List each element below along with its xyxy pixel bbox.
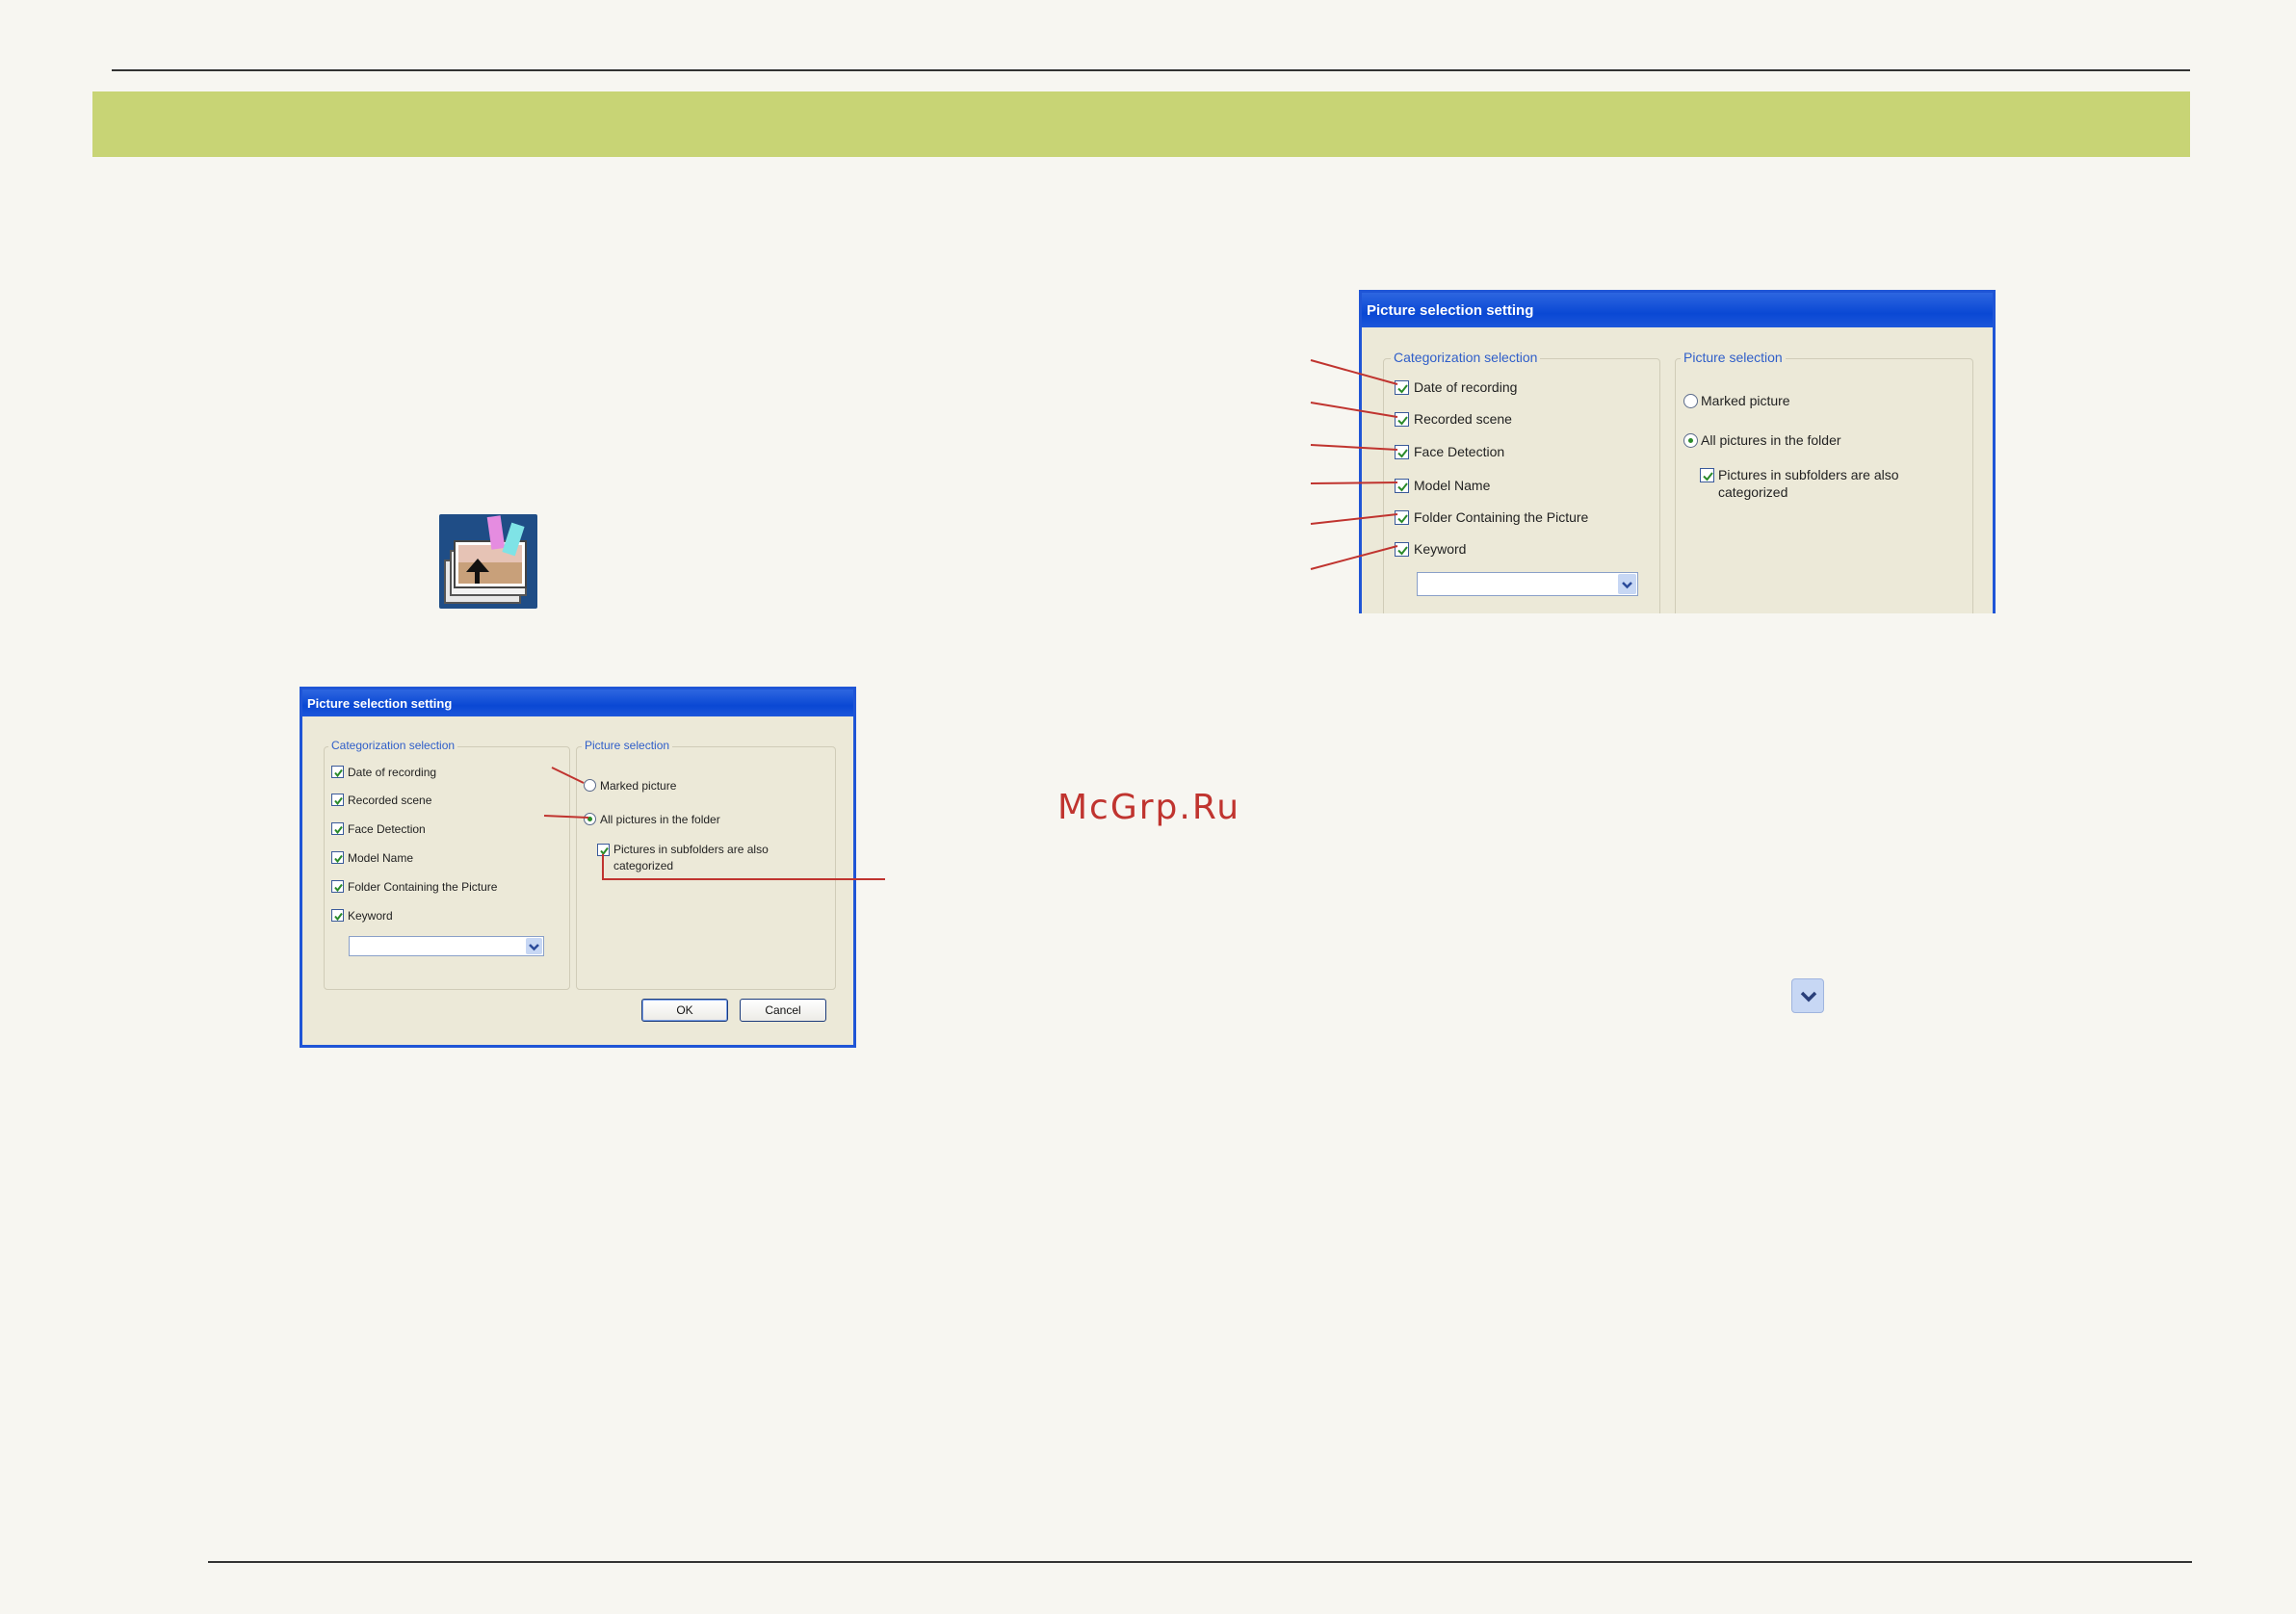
watermark: McGrp.Ru <box>1057 788 1241 827</box>
chevron-down-icon <box>1791 978 1824 1013</box>
